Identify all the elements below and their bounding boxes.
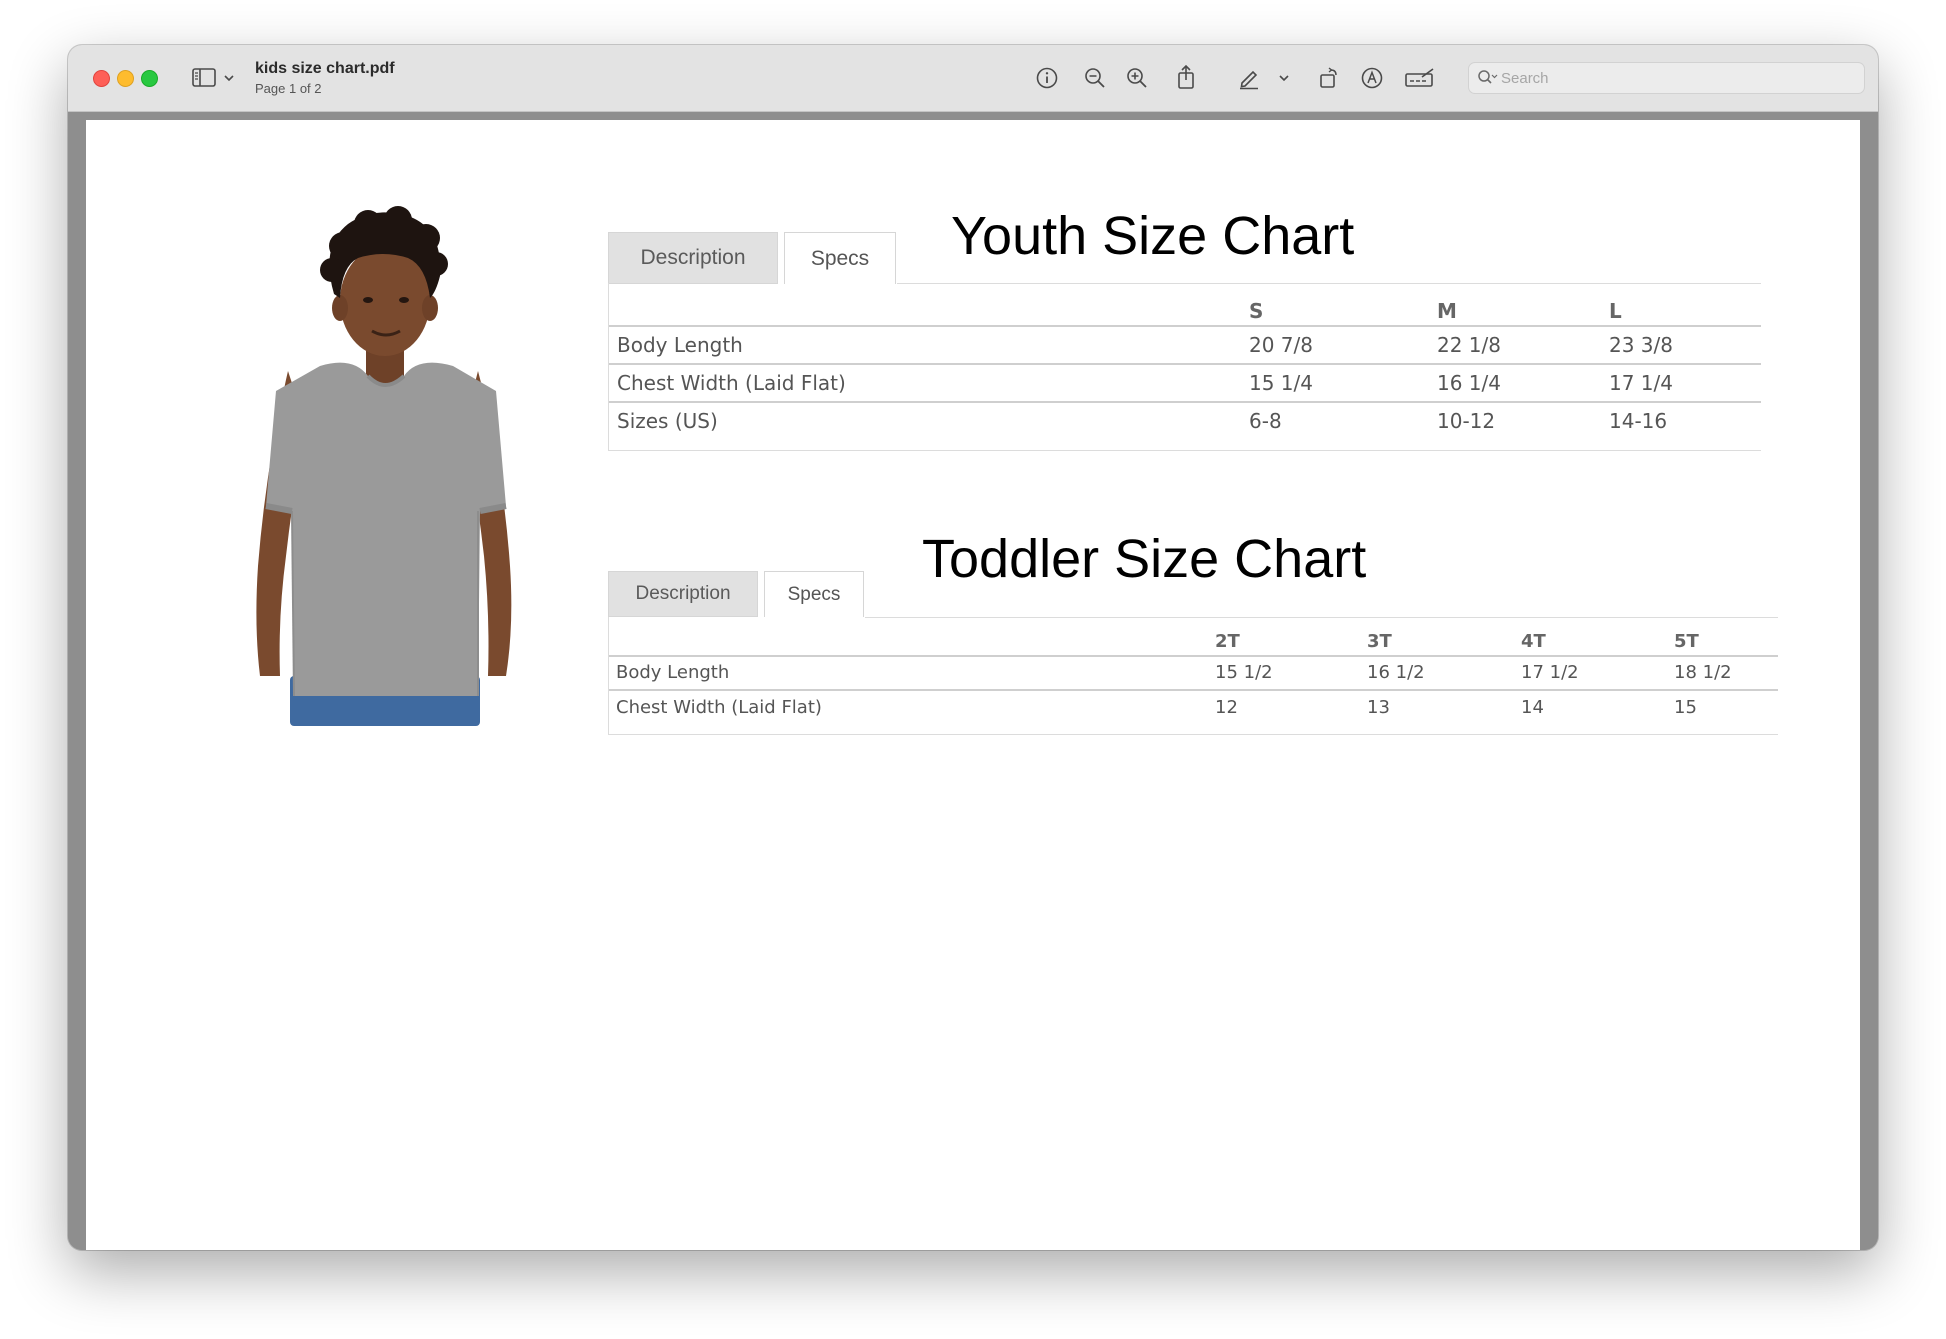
table-cell: 16 1/2 [1367, 662, 1425, 683]
toddler-chart-title: Toddler Size Chart [922, 529, 1367, 589]
table-cell: 23 3/8 [1609, 333, 1673, 357]
table-row: Chest Width (Laid Flat) 12 13 14 15 [609, 691, 1778, 731]
search-field[interactable]: Search [1468, 62, 1865, 94]
pdf-page: Youth Size Chart Description Specs S M L… [86, 120, 1860, 1250]
rotate-button[interactable] [1316, 65, 1342, 91]
table-header-row: S M L [609, 295, 1761, 325]
annotate-button[interactable] [1359, 65, 1385, 91]
toddler-size-table: 2T 3T 4T 5T Body Length 15 1/2 16 1/2 17… [608, 617, 1778, 735]
signature-button[interactable] [1403, 65, 1437, 91]
sidebar-icon [192, 68, 216, 87]
table-cell: 14 [1521, 697, 1544, 718]
info-button[interactable] [1034, 65, 1060, 91]
toddler-tab-specs[interactable]: Specs [764, 571, 864, 617]
info-icon [1036, 67, 1058, 89]
youth-tabs: Description Specs [608, 232, 908, 284]
row-label: Body Length [617, 333, 743, 357]
rotate-icon [1320, 67, 1337, 88]
zoom-out-button[interactable] [1082, 65, 1108, 91]
table-cell: 15 1/2 [1215, 662, 1273, 683]
table-cell: 22 1/8 [1437, 333, 1501, 357]
minimize-button[interactable] [117, 70, 134, 87]
document-title: kids size chart.pdf [255, 60, 395, 77]
row-label: Sizes (US) [617, 409, 718, 433]
table-row: Sizes (US) 6-8 10-12 14-16 [609, 403, 1761, 443]
search-icon [1478, 70, 1498, 84]
table-cell: 13 [1367, 697, 1390, 718]
annotate-icon [1361, 67, 1383, 89]
zoom-in-icon [1127, 68, 1147, 88]
title-bar: kids size chart.pdf Page 1 of 2 Search [68, 45, 1878, 112]
column-header: 2T [1215, 631, 1240, 652]
preview-window: kids size chart.pdf Page 1 of 2 Search Y… [68, 45, 1878, 1250]
share-button[interactable] [1173, 63, 1199, 91]
row-label: Chest Width (Laid Flat) [617, 371, 846, 395]
column-header: M [1437, 299, 1457, 323]
youth-chart-title: Youth Size Chart [951, 206, 1355, 266]
table-cell: 6-8 [1249, 409, 1282, 433]
sidebar-toggle-button[interactable] [190, 65, 238, 91]
table-cell: 15 1/4 [1249, 371, 1313, 395]
table-cell: 17 1/4 [1609, 371, 1673, 395]
chevron-down-icon [1279, 75, 1289, 82]
row-label: Body Length [616, 662, 730, 683]
column-header: 5T [1674, 631, 1699, 652]
table-cell: 14-16 [1609, 409, 1668, 433]
zoom-out-icon [1085, 68, 1105, 88]
youth-tab-description[interactable]: Description [608, 232, 778, 284]
column-header: L [1609, 299, 1622, 323]
table-cell: 15 [1674, 697, 1697, 718]
toddler-tabs: Description Specs [608, 571, 878, 617]
toddler-tab-description[interactable]: Description [608, 571, 758, 617]
table-cell: 12 [1215, 697, 1238, 718]
youth-size-table: S M L Body Length 20 7/8 22 1/8 23 3/8 C… [608, 283, 1761, 451]
close-button[interactable] [93, 70, 110, 87]
table-row: Body Length 15 1/2 16 1/2 17 1/2 18 1/2 [609, 657, 1778, 689]
page-indicator: Page 1 of 2 [255, 81, 322, 96]
table-row: Body Length 20 7/8 22 1/8 23 3/8 [609, 327, 1761, 363]
youth-tab-specs[interactable]: Specs [784, 232, 896, 284]
child-tshirt-photo [256, 206, 512, 726]
markup-menu-button[interactable] [1276, 71, 1292, 85]
column-header: S [1249, 299, 1264, 323]
table-cell: 20 7/8 [1249, 333, 1313, 357]
zoom-button[interactable] [141, 70, 158, 87]
table-row: Chest Width (Laid Flat) 15 1/4 16 1/4 17… [609, 365, 1761, 401]
signature-icon [1405, 68, 1434, 87]
column-header: 4T [1521, 631, 1546, 652]
document-canvas[interactable]: Youth Size Chart Description Specs S M L… [68, 112, 1878, 1250]
search-placeholder: Search [1501, 70, 1549, 87]
markup-button[interactable] [1236, 65, 1262, 91]
row-label: Chest Width (Laid Flat) [616, 697, 822, 718]
chevron-down-icon [224, 75, 234, 82]
table-header-row: 2T 3T 4T 5T [609, 627, 1778, 655]
zoom-in-button[interactable] [1124, 65, 1150, 91]
table-cell: 10-12 [1437, 409, 1496, 433]
table-cell: 18 1/2 [1674, 662, 1732, 683]
share-icon [1178, 64, 1194, 89]
markup-pen-icon [1240, 70, 1258, 90]
table-cell: 17 1/2 [1521, 662, 1579, 683]
column-header: 3T [1367, 631, 1392, 652]
table-cell: 16 1/4 [1437, 371, 1501, 395]
